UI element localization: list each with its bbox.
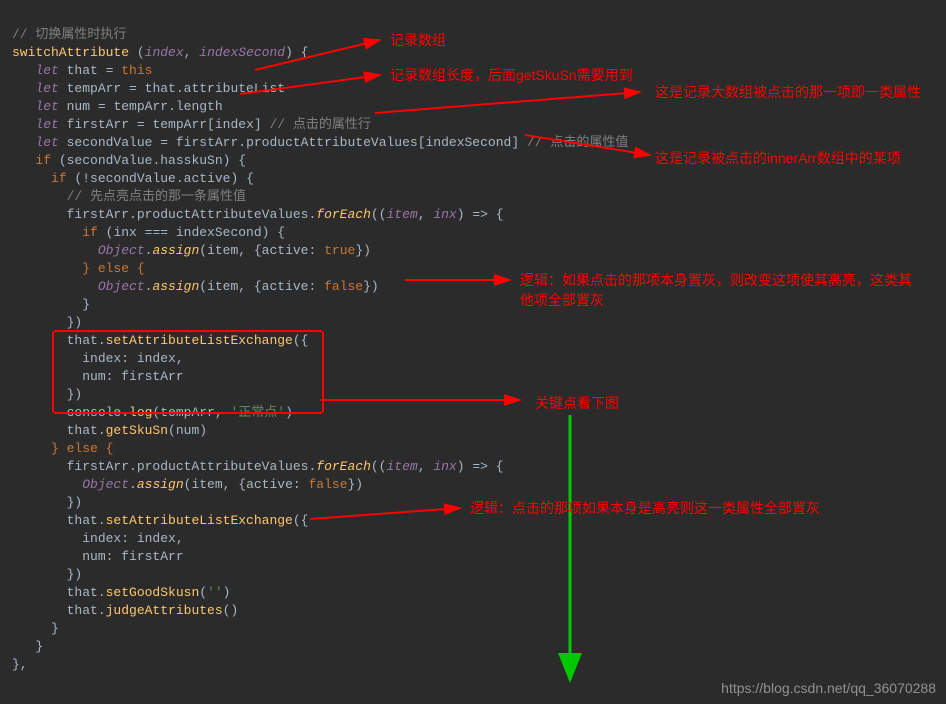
annot-5: 逻辑：如果点击的那项本身置灰，则改变这项使其高亮，这类其他项全部置灰: [520, 270, 925, 310]
annot-1: 记录数组: [390, 30, 446, 50]
args: (: [199, 585, 207, 600]
obj: Object: [82, 477, 129, 492]
args: (num): [168, 423, 207, 438]
expr: firstArr.productAttributeValues: [67, 207, 309, 222]
kw: if: [82, 225, 98, 240]
expr: that.: [67, 585, 106, 600]
comment: // 先点亮点击的那一条属性值: [67, 189, 246, 204]
brace: }: [51, 621, 59, 636]
expr: that.: [67, 603, 106, 618]
highlight-box: [52, 330, 324, 414]
else: } else {: [82, 261, 144, 276]
op: !: [82, 171, 90, 186]
annot-4: 这是记录被点击的innerArr数组中的某项: [655, 148, 901, 168]
kw: let: [35, 135, 58, 150]
brace: }): [67, 495, 83, 510]
method: forEach: [316, 207, 371, 222]
comment: // 点击的属性行: [269, 117, 370, 132]
close: ): [223, 585, 231, 600]
annot-7: 逻辑：点击的那项如果本身是高亮则这一类属性全部置灰: [470, 498, 820, 518]
expr: tempArr.length: [113, 99, 222, 114]
kw: if: [51, 171, 67, 186]
kw: let: [35, 81, 58, 96]
bool: true: [324, 243, 355, 258]
method: forEach: [316, 459, 371, 474]
method: assign: [137, 477, 184, 492]
param: indexSecond: [199, 45, 285, 60]
expr: that.: [67, 423, 106, 438]
watermark: https://blog.csdn.net/qq_36070288: [721, 680, 936, 696]
kw: this: [121, 63, 152, 78]
brace: }: [35, 639, 43, 654]
param: inx: [433, 459, 456, 474]
var: num: [67, 99, 90, 114]
method: setAttributeListExchange: [106, 513, 293, 528]
annot-6: 关键点看下图: [535, 393, 619, 413]
close: }): [363, 279, 379, 294]
var: secondValue: [67, 135, 153, 150]
expr: secondValue.active: [90, 171, 230, 186]
param: item: [386, 459, 417, 474]
bool: false: [308, 477, 347, 492]
string: '': [207, 585, 223, 600]
expr: inx === indexSecond: [113, 225, 261, 240]
annot-2: 记录数组长度，后面getSkuSn需要用到: [390, 65, 633, 85]
method: getSkuSn: [106, 423, 168, 438]
else: } else {: [51, 441, 113, 456]
var: firstArr: [67, 117, 129, 132]
method: judgeAttributes: [106, 603, 223, 618]
bool: false: [324, 279, 363, 294]
close: }): [355, 243, 371, 258]
expr: that.: [67, 513, 106, 528]
brace: },: [12, 657, 28, 672]
prop: num: firstArr: [82, 549, 183, 564]
kw: let: [35, 63, 58, 78]
annot-3: 这是记录大数组被点击的那一项即一类属性: [655, 82, 935, 102]
args: (item, {active:: [184, 477, 309, 492]
close: }): [348, 477, 364, 492]
kw: if: [35, 153, 51, 168]
obj: Object: [98, 279, 145, 294]
expr: that.attributeList: [145, 81, 285, 96]
method: assign: [152, 243, 199, 258]
brace: }): [67, 315, 83, 330]
prop: index: index,: [82, 531, 183, 546]
expr: firstArr.productAttributeValues: [67, 459, 309, 474]
brace: }: [82, 297, 90, 312]
param: item: [386, 207, 417, 222]
method: assign: [152, 279, 199, 294]
args: (item, {active:: [199, 279, 324, 294]
obj: Object: [98, 243, 145, 258]
kw: let: [35, 117, 58, 132]
expr: secondValue.hasskuSn: [67, 153, 223, 168]
var: that: [67, 63, 98, 78]
args: (item, {active:: [199, 243, 324, 258]
expr: tempArr[index]: [152, 117, 261, 132]
method: setGoodSkusn: [106, 585, 200, 600]
expr: firstArr.productAttributeValues[indexSec…: [176, 135, 519, 150]
open: ({: [293, 513, 309, 528]
comment: // 点击的属性值: [527, 135, 628, 150]
param: inx: [433, 207, 456, 222]
comment: // 切换属性时执行: [12, 27, 126, 42]
kw: let: [35, 99, 58, 114]
fn-name: switchAttribute: [12, 45, 129, 60]
close: }): [67, 567, 83, 582]
args: (): [223, 603, 239, 618]
param: index: [145, 45, 184, 60]
var: tempArr: [67, 81, 122, 96]
